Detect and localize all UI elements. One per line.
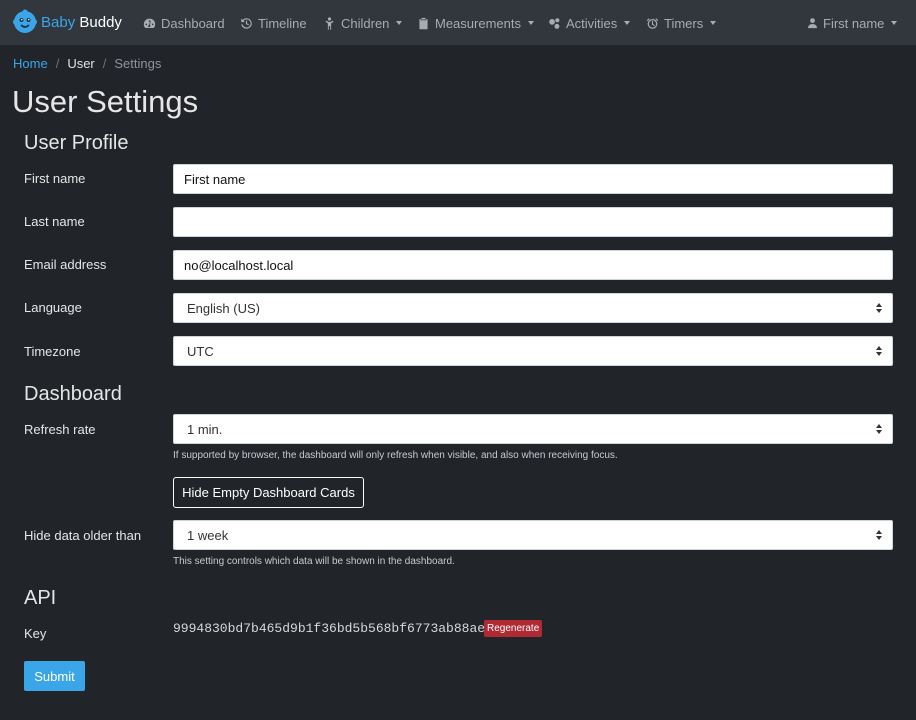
nav-timeline-label: Timeline — [258, 15, 307, 31]
chevron-down-icon — [710, 21, 717, 25]
nav-user-label: First name — [823, 15, 885, 31]
select-arrows-icon — [876, 424, 882, 434]
api-key-value: 9994830bd7b465d9b1f36bd5b568bf6773ab88ae — [173, 621, 486, 636]
api-key-label: Key — [24, 626, 47, 641]
last-name-input[interactable] — [173, 207, 893, 237]
select-arrows-icon — [876, 530, 882, 540]
nav-dashboard[interactable]: Dashboard — [143, 14, 225, 32]
nav-timers-label: Timers — [664, 15, 704, 31]
regenerate-key-button[interactable]: Regenerate — [484, 620, 543, 637]
activities-icon — [549, 17, 560, 29]
breadcrumb-user: User — [67, 56, 95, 71]
last-name-label: Last name — [24, 214, 85, 229]
first-name-label: First name — [24, 171, 86, 186]
chevron-down-icon — [891, 21, 898, 25]
child-icon — [325, 16, 334, 30]
nav-user-menu[interactable]: First name — [807, 14, 898, 32]
language-label: Language — [24, 300, 82, 315]
user-icon — [808, 18, 817, 29]
timer-icon — [646, 17, 659, 29]
clipboard-icon — [419, 17, 428, 29]
hide-older-help-text: This setting controls which data will be… — [173, 556, 455, 567]
nav-measurements[interactable]: Measurements — [417, 14, 534, 32]
nav-timers[interactable]: Timers — [646, 14, 717, 32]
nav-activities-label: Activities — [566, 15, 618, 31]
nav-dashboard-label: Dashboard — [161, 15, 225, 31]
nav-children-label: Children — [341, 15, 390, 31]
refresh-rate-select-value: 1 min. — [187, 421, 223, 437]
hide-older-select[interactable]: 1 week — [173, 520, 893, 550]
submit-button[interactable]: Submit — [24, 661, 85, 691]
breadcrumb: Home / User / Settings — [13, 56, 161, 71]
select-arrows-icon — [876, 303, 882, 313]
breadcrumb-current: Settings — [114, 56, 162, 71]
timeline-icon — [241, 17, 252, 29]
refresh-rate-label: Refresh rate — [24, 422, 96, 437]
brand-link[interactable]: Baby Buddy — [12, 9, 122, 35]
hide-empty-cards-button[interactable]: Hide Empty Dashboard Cards — [173, 477, 364, 508]
hide-older-label: Hide data older than — [24, 528, 142, 543]
brand-name-buddy: Buddy — [79, 13, 122, 31]
refresh-rate-select[interactable]: 1 min. — [173, 414, 893, 444]
navbar: Baby Buddy Dashboard Timeline Children M… — [0, 0, 916, 45]
select-arrows-icon — [876, 346, 882, 356]
dashboard-icon — [143, 18, 156, 28]
chevron-down-icon — [624, 21, 631, 25]
nav-measurements-label: Measurements — [435, 15, 521, 31]
hide-older-select-value: 1 week — [187, 527, 229, 543]
section-title-api: API — [24, 587, 57, 609]
timezone-label: Timezone — [24, 344, 81, 359]
timezone-select-value: UTC — [187, 343, 214, 359]
section-title-dashboard: Dashboard — [24, 383, 122, 405]
refresh-rate-help-text: If supported by browser, the dashboard w… — [173, 450, 618, 461]
timezone-select[interactable]: UTC — [173, 336, 893, 366]
chevron-down-icon — [396, 21, 403, 25]
breadcrumb-separator: / — [55, 56, 60, 71]
breadcrumb-separator: / — [102, 56, 107, 71]
nav-children[interactable]: Children — [323, 14, 403, 32]
section-title-user-profile: User Profile — [24, 132, 129, 154]
language-select-value: English (US) — [187, 300, 260, 316]
brand-name-baby: Baby — [41, 13, 76, 31]
nav-activities[interactable]: Activities — [548, 14, 631, 32]
first-name-input[interactable] — [173, 164, 893, 194]
chevron-down-icon — [527, 21, 534, 25]
language-select[interactable]: English (US) — [173, 293, 893, 323]
page-title: User Settings — [12, 84, 199, 119]
breadcrumb-home[interactable]: Home — [13, 56, 48, 71]
email-label: Email address — [24, 257, 107, 272]
baby-logo-icon — [13, 9, 37, 33]
nav-timeline[interactable]: Timeline — [240, 14, 307, 32]
email-input[interactable] — [173, 250, 893, 280]
